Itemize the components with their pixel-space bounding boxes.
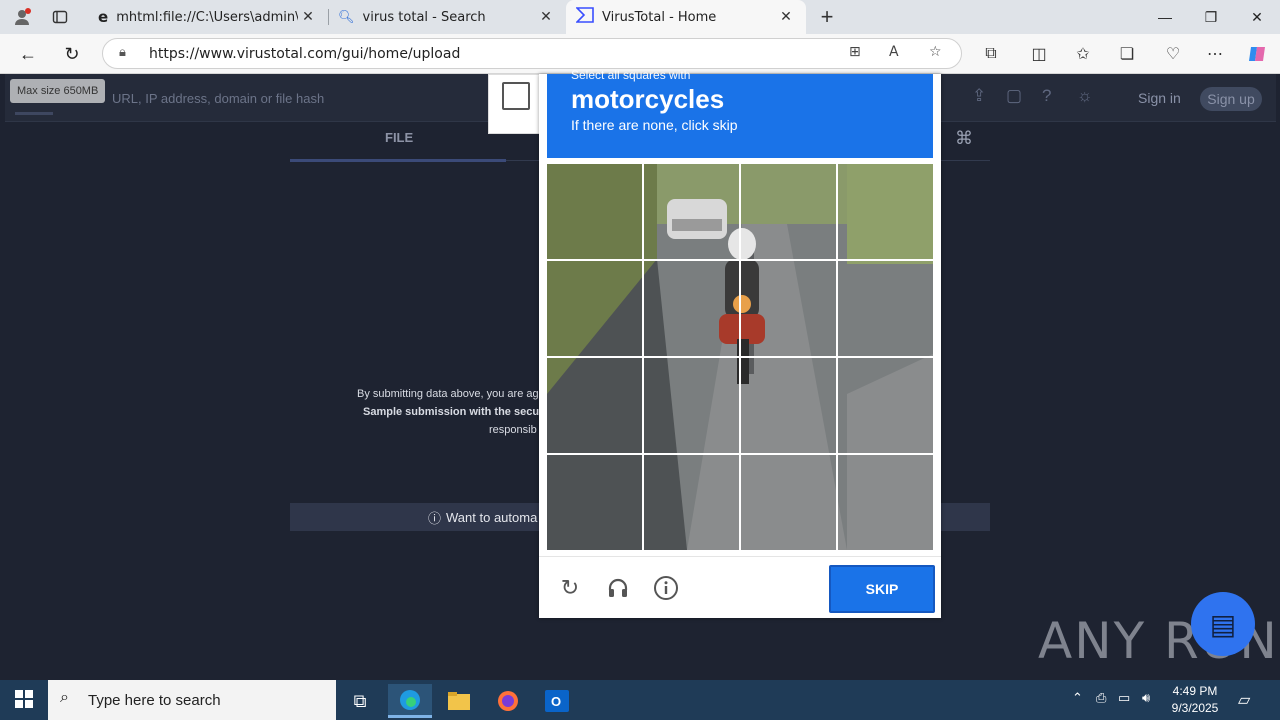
captcha-tile[interactable]	[547, 261, 642, 356]
task-view-icon[interactable]: ⧉	[338, 684, 382, 718]
file-explorer-icon[interactable]	[437, 684, 481, 718]
back-icon[interactable]: ←	[12, 40, 44, 68]
fingerprint-icon[interactable]: ⌘	[955, 128, 973, 149]
captcha-tile[interactable]	[741, 261, 836, 356]
terms-text: By submitting data above, you are ag	[357, 388, 539, 400]
captcha-tile[interactable]	[741, 358, 836, 453]
captcha-checkbox-widget	[488, 74, 542, 134]
settings-more-icon[interactable]: ⋯	[1200, 41, 1230, 67]
close-tab-icon[interactable]: ✕	[536, 9, 556, 25]
notifications-icon[interactable]: ▱	[1238, 690, 1250, 710]
close-tab-icon[interactable]: ✕	[298, 9, 318, 25]
close-tab-icon[interactable]: ✕	[776, 9, 796, 25]
search-icon: 🔍︎	[338, 9, 355, 25]
windows-start-icon[interactable]	[2, 682, 46, 716]
windows-taskbar: ⌕ Type here to search ⧉ O ⌃ ⎙ ▭ 🔊︎ 4:49 …	[0, 680, 1280, 720]
lock-icon[interactable]: 🔒︎	[119, 45, 126, 60]
tab-file[interactable]: FILE	[385, 130, 413, 145]
captcha-tile[interactable]	[838, 261, 933, 356]
captcha-checkbox[interactable]	[502, 82, 530, 110]
captcha-tile[interactable]	[644, 164, 739, 259]
captcha-tile[interactable]	[741, 455, 836, 550]
captcha-tile[interactable]	[547, 358, 642, 453]
tab-mhtml[interactable]: e mhtml:file://C:\Users\admin\AppD ✕	[88, 0, 328, 34]
captcha-tile[interactable]	[644, 455, 739, 550]
search-icon: ⌕	[60, 689, 69, 706]
firefox-icon[interactable]	[486, 684, 530, 718]
sign-up-button[interactable]: Sign up	[1200, 87, 1262, 111]
terms-text-bold: Sample submission with the secu	[363, 406, 540, 418]
captcha-hint: If there are none, click skip	[571, 117, 738, 133]
device-icon[interactable]: ⎙	[1096, 690, 1106, 706]
captcha-footer: ↻ SKIP	[539, 556, 941, 618]
chat-support-button[interactable]: ▤	[1191, 592, 1255, 656]
ie-icon: e	[98, 8, 109, 26]
captcha-instruction: Select all squares with	[571, 68, 691, 82]
new-tab-icon[interactable]: +	[813, 4, 841, 30]
active-tab-underline	[290, 159, 506, 162]
profile-icon[interactable]	[8, 4, 36, 30]
favorite-star-icon[interactable]: ☆	[929, 44, 942, 60]
close-window-icon[interactable]: ✕	[1234, 0, 1280, 34]
browser-tab-strip: e mhtml:file://C:\Users\admin\AppD ✕ 🔍︎ …	[0, 0, 1280, 34]
minimize-icon[interactable]: —	[1142, 0, 1188, 34]
captcha-tile[interactable]	[838, 358, 933, 453]
tab-virustotal-home[interactable]: VirusTotal - Home ✕	[566, 0, 806, 34]
address-field[interactable]: 🔒︎ https://www.virustotal.com/gui/home/u…	[102, 38, 962, 69]
captcha-tile[interactable]	[547, 455, 642, 550]
max-size-tooltip: Max size 650MB	[10, 79, 106, 103]
outlook-icon[interactable]: O	[535, 684, 579, 718]
taskbar-search[interactable]: ⌕ Type here to search	[48, 680, 336, 720]
captcha-tile[interactable]	[547, 164, 642, 259]
captcha-tile[interactable]	[644, 358, 739, 453]
info-icon[interactable]	[651, 573, 681, 603]
svg-text:O: O	[551, 694, 561, 709]
help-icon[interactable]: ?	[1042, 86, 1051, 106]
info-icon: ⓘ	[428, 510, 442, 526]
captcha-tile[interactable]	[644, 261, 739, 356]
captcha-tile[interactable]	[838, 164, 933, 259]
vt-search-input[interactable]: URL, IP address, domain or file hash	[112, 91, 324, 106]
tab-actions-icon[interactable]	[46, 4, 74, 30]
system-clock[interactable]: 4:49 PM 9/3/2025	[1160, 683, 1230, 717]
split-screen-icon[interactable]: ◫	[1024, 41, 1054, 67]
captcha-image-grid	[547, 164, 933, 550]
captcha-challenge: Select all squares with motorcycles If t…	[539, 68, 941, 618]
restore-icon[interactable]: ❐	[1188, 0, 1234, 34]
chat-bubble-icon: ▤	[1209, 608, 1237, 640]
terms-text-end: responsib	[489, 424, 537, 436]
edge-icon[interactable]	[388, 684, 432, 718]
volume-icon[interactable]: 🔊︎	[1142, 690, 1150, 706]
virustotal-icon	[575, 7, 594, 27]
extensions-icon[interactable]: ⧉	[976, 41, 1006, 67]
collections-icon[interactable]: ❏	[1112, 41, 1142, 67]
app-available-icon[interactable]: ⊞	[849, 44, 861, 60]
chat-icon[interactable]: ▢	[1006, 86, 1022, 106]
upload-icon[interactable]: ⇪	[972, 86, 986, 106]
audio-icon[interactable]	[603, 573, 633, 603]
copilot-icon[interactable]	[1242, 41, 1272, 67]
captcha-target: motorcycles	[571, 84, 725, 114]
theme-icon[interactable]: ☼	[1077, 86, 1093, 106]
refresh-icon[interactable]: ↻	[56, 40, 88, 68]
captcha-tile[interactable]	[838, 455, 933, 550]
reload-icon[interactable]: ↻	[555, 573, 585, 603]
network-icon[interactable]: ▭	[1118, 690, 1130, 706]
tab-virus-total-search[interactable]: 🔍︎ virus total - Search ✕	[328, 0, 566, 34]
skip-button[interactable]: SKIP	[829, 565, 935, 613]
favorites-icon[interactable]: ✩	[1068, 41, 1098, 67]
read-aloud-icon[interactable]: A	[889, 44, 899, 60]
sign-in-link[interactable]: Sign in	[1138, 90, 1181, 106]
captcha-header: Select all squares with motorcycles If t…	[547, 68, 933, 158]
browser-essentials-icon[interactable]: ♡	[1158, 41, 1188, 67]
show-hidden-icons[interactable]: ⌃	[1072, 690, 1083, 706]
captcha-tile[interactable]	[741, 164, 836, 259]
